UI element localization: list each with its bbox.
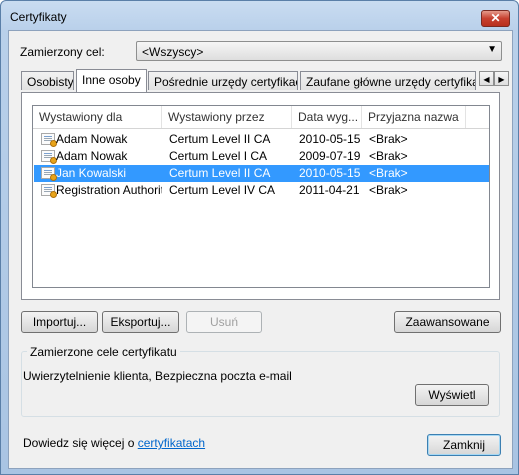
certificate-tabs: Osobisty Inne osoby Pośrednie urzędy cer… <box>21 69 509 92</box>
close-window-button[interactable]: ✕ <box>481 10 510 27</box>
tab-intermediate-cas[interactable]: Pośrednie urzędy certyfikacji <box>148 71 298 90</box>
certificate-icon <box>41 133 57 147</box>
certificate-list: Wystawiony dla Wystawiony przez Data wyg… <box>32 105 490 288</box>
arrow-left-icon: ◀ <box>483 75 490 84</box>
certificates-help-link[interactable]: certyfikatach <box>138 436 205 450</box>
column-issued-by[interactable]: Wystawiony przez <box>162 106 292 128</box>
tab-panel: Wystawiony dla Wystawiony przez Data wyg… <box>21 92 500 300</box>
close-button[interactable]: Zamknij <box>427 434 501 456</box>
close-icon: ✕ <box>490 11 501 25</box>
import-button[interactable]: Importuj... <box>21 311 98 333</box>
column-expiration[interactable]: Data wyg... <box>292 106 362 128</box>
certificate-icon <box>41 167 57 181</box>
tab-other-people[interactable]: Inne osoby <box>76 69 147 92</box>
dialog-client-area: Zamierzony cel: <Wszyscy> ▼ Osobisty Inn… <box>8 30 513 469</box>
table-row[interactable]: Adam Nowak Certum Level II CA 2010-05-15… <box>34 131 489 148</box>
intended-purposes-title: Zamierzone cele certyfikatu <box>27 345 180 359</box>
window-title: Certyfikaty <box>10 10 67 24</box>
intended-purposes-value: Uwierzytelnienie klienta, Bezpieczna poc… <box>23 369 292 383</box>
purpose-label: Zamierzony cel: <box>20 45 105 59</box>
remove-button[interactable]: Usuń <box>186 311 262 333</box>
purpose-dropdown[interactable]: <Wszyscy> ▼ <box>136 41 502 61</box>
table-row[interactable]: Registration Authority Certum Level IV C… <box>34 182 489 199</box>
tab-scroll-left-button[interactable]: ◀ <box>479 71 494 86</box>
learn-more-text: Dowiedz się więcej o certyfikatach <box>23 436 206 450</box>
title-bar: Certyfikaty ✕ <box>1 1 518 31</box>
certificate-icon <box>41 150 57 164</box>
arrow-right-icon: ▶ <box>498 75 505 84</box>
table-row-selected[interactable]: Jan Kowalski Certum Level II CA 2010-05-… <box>34 165 489 182</box>
tab-scroll-right-button[interactable]: ▶ <box>494 71 509 86</box>
chevron-down-icon: ▼ <box>487 44 497 55</box>
certificate-icon <box>41 184 57 198</box>
certificates-dialog: Certyfikaty ✕ Zamierzony cel: <Wszyscy> … <box>0 0 519 475</box>
tab-personal[interactable]: Osobisty <box>21 71 74 90</box>
export-button[interactable]: Eksportuj... <box>102 311 179 333</box>
tab-trusted-root-cas[interactable]: Zaufane główne urzędy certyfikacji <box>300 71 476 90</box>
advanced-button[interactable]: Zaawansowane <box>394 311 501 333</box>
table-row[interactable]: Adam Nowak Certum Level I CA 2009-07-19 … <box>34 148 489 165</box>
column-issued-to[interactable]: Wystawiony dla <box>33 106 162 128</box>
column-friendly-name[interactable]: Przyjazna nazwa <box>362 106 466 128</box>
list-header: Wystawiony dla Wystawiony przez Data wyg… <box>33 106 489 129</box>
view-button[interactable]: Wyświetl <box>415 384 489 406</box>
purpose-selected-value: <Wszyscy> <box>142 45 204 59</box>
